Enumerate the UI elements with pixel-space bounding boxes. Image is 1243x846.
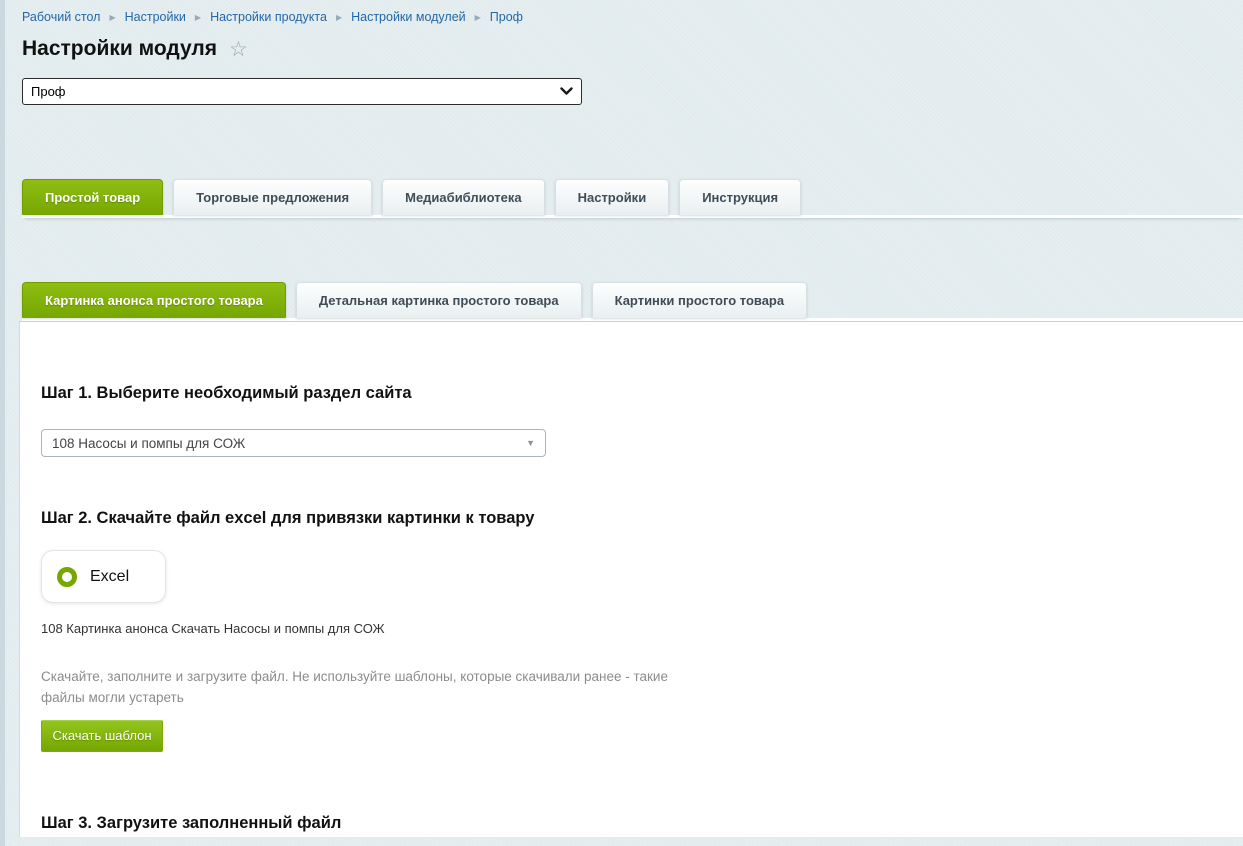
module-select[interactable]: Проф [22, 78, 582, 105]
site-section-select[interactable]: 108 Насосы и помпы для СОЖ ▼ [41, 429, 546, 457]
download-template-button[interactable]: Скачать шаблон [41, 720, 163, 752]
tab-settings[interactable]: Настройки [555, 179, 670, 215]
subtab-announce-image[interactable]: Картинка анонса простого товара [22, 282, 286, 318]
breadcrumb-separator-icon: ▶ [109, 13, 115, 22]
excel-format-label: Excel [90, 568, 129, 586]
chevron-down-icon [560, 87, 573, 96]
template-file-label: 108 Картинка анонса Скачать Насосы и пом… [41, 621, 1223, 636]
step2-heading: Шаг 2. Скачайте файл excel для привязки … [41, 509, 1223, 528]
sub-tabs: Картинка анонса простого товара Детальна… [22, 282, 1243, 321]
breadcrumb-separator-icon: ▶ [475, 13, 481, 22]
breadcrumb-separator-icon: ▶ [336, 13, 342, 22]
main-tabs: Простой товар Торговые предложения Медиа… [22, 179, 1243, 218]
subtab-detail-image[interactable]: Детальная картинка простого товара [296, 282, 582, 318]
download-note: Скачайте, заполните и загрузите файл. Не… [41, 667, 706, 709]
site-section-select-value: 108 Насосы и помпы для СОЖ [52, 436, 245, 451]
breadcrumb-item-settings[interactable]: Настройки [125, 10, 186, 24]
radio-selected-icon [57, 567, 77, 587]
step1-heading: Шаг 1. Выберите необходимый раздел сайта [41, 384, 1223, 403]
dropdown-arrow-icon: ▼ [526, 438, 535, 448]
breadcrumb-item-prof[interactable]: Проф [490, 10, 523, 24]
step3-heading: Шаг 3. Загрузите заполненный файл [41, 814, 1223, 833]
breadcrumb-separator-icon: ▶ [195, 13, 201, 22]
tab-trade-offers[interactable]: Торговые предложения [173, 179, 372, 215]
breadcrumb: Рабочий стол ▶ Настройки ▶ Настройки про… [22, 0, 1243, 24]
title-row: Настройки модуля ☆ [22, 37, 1243, 61]
tab-instruction[interactable]: Инструкция [679, 179, 801, 215]
tab-simple-product[interactable]: Простой товар [22, 179, 163, 215]
breadcrumb-item-product-settings[interactable]: Настройки продукта [210, 10, 327, 24]
subtab-product-images[interactable]: Картинки простого товара [592, 282, 808, 318]
breadcrumb-item-module-settings[interactable]: Настройки модулей [351, 10, 466, 24]
favorite-star-icon[interactable]: ☆ [229, 39, 248, 60]
page-title: Настройки модуля [22, 37, 217, 61]
excel-format-option[interactable]: Excel [41, 550, 166, 603]
tab-media-library[interactable]: Медиабиблиотека [382, 179, 544, 215]
page: Рабочий стол ▶ Настройки ▶ Настройки про… [5, 0, 1243, 837]
content-panel: Шаг 1. Выберите необходимый раздел сайта… [19, 321, 1243, 837]
breadcrumb-item-desktop[interactable]: Рабочий стол [22, 10, 100, 24]
module-select-value: Проф [31, 84, 66, 99]
